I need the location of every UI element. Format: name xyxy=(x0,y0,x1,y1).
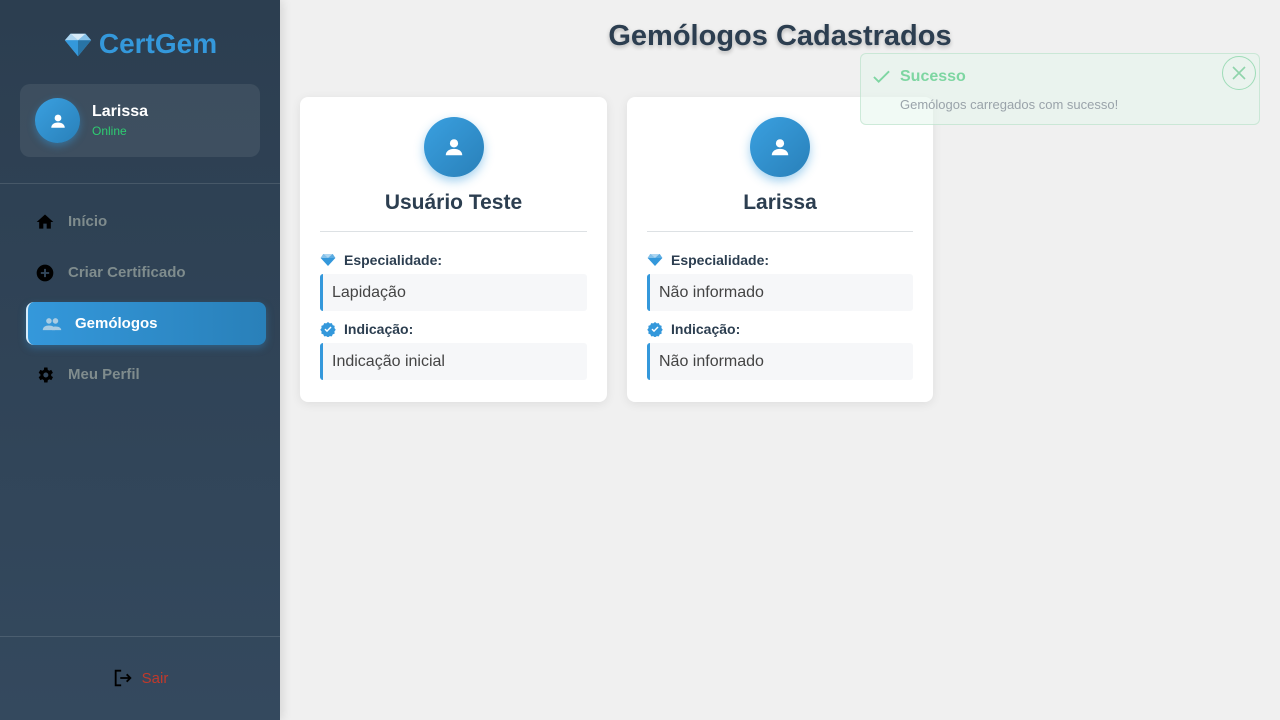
verified-icon xyxy=(647,322,663,337)
brand-name: CertGem xyxy=(98,28,218,59)
user-card: Larissa Online xyxy=(20,84,260,157)
sidebar-item-label: Criar Certificado xyxy=(68,264,186,281)
referral-value: Indicação inicial xyxy=(320,343,587,380)
referral-label: Indicação: xyxy=(320,321,587,337)
sidebar-item-criar-certificado[interactable]: Criar Certificado xyxy=(26,251,266,294)
sidebar-item-label: Meu Perfil xyxy=(68,366,140,383)
close-icon xyxy=(1232,66,1246,80)
card-divider xyxy=(320,231,587,232)
logout-button[interactable]: Sair xyxy=(0,667,280,689)
avatar xyxy=(423,117,484,177)
sidebar-item-label: Início xyxy=(68,213,108,230)
card-name: Larissa xyxy=(743,191,817,214)
user-name: Larissa xyxy=(92,103,149,120)
close-button[interactable] xyxy=(1222,56,1256,90)
referral-label-text: Indicação: xyxy=(344,321,414,337)
card-divider xyxy=(647,231,913,232)
toast-message: Gemólogos carregados com sucesso! xyxy=(900,97,1119,112)
gem-icon xyxy=(320,254,336,266)
gear-icon xyxy=(35,365,55,385)
card-name: Usuário Teste xyxy=(384,191,523,214)
user-status: Online xyxy=(92,124,127,138)
person-icon xyxy=(50,114,65,128)
specialty-value: Não informado xyxy=(647,274,913,311)
logout-icon xyxy=(114,669,132,687)
sidebar-item-inicio[interactable]: Início xyxy=(26,200,266,243)
logout-label: Sair xyxy=(141,669,169,687)
home-icon xyxy=(35,212,55,232)
gemologist-card: Usuário Teste Especialidade: Lapidação I… xyxy=(300,97,607,402)
toast-title: Sucesso xyxy=(873,68,966,86)
specialty-label: Especialidade: xyxy=(320,252,587,268)
gem-icon xyxy=(647,254,663,266)
gemologist-card: Larissa Especialidade: Não informado Ind… xyxy=(627,97,933,402)
avatar xyxy=(35,98,80,143)
person-icon xyxy=(771,139,789,156)
sidebar: CertGem Larissa Online Início Criar Cert… xyxy=(0,0,280,720)
sidebar-item-label: Gemólogos xyxy=(75,315,158,332)
add-circle-icon xyxy=(35,263,55,283)
sidebar-item-gemologos[interactable]: Gemólogos xyxy=(26,302,266,345)
referral-value: Não informado xyxy=(647,343,913,380)
sidebar-nav: Início Criar Certificado Gemólogos Meu P… xyxy=(26,200,266,404)
verified-icon xyxy=(320,322,336,337)
sidebar-item-meu-perfil[interactable]: Meu Perfil xyxy=(26,353,266,396)
people-icon xyxy=(42,314,62,334)
success-toast: Sucesso Gemólogos carregados com sucesso… xyxy=(860,53,1260,125)
toast-title-text: Sucesso xyxy=(900,68,966,85)
specialty-label: Especialidade: xyxy=(647,252,913,268)
specialty-label-text: Especialidade: xyxy=(344,252,443,268)
sidebar-divider xyxy=(0,636,280,637)
sidebar-divider xyxy=(0,183,280,184)
referral-label-text: Indicação: xyxy=(671,321,741,337)
person-icon xyxy=(445,139,462,156)
brand[interactable]: CertGem xyxy=(0,28,280,60)
specialty-value: Lapidação xyxy=(320,274,587,311)
referral-label: Indicação: xyxy=(647,321,913,337)
page-title: Gemólogos Cadastrados xyxy=(608,20,952,52)
check-icon xyxy=(873,70,890,84)
avatar xyxy=(750,117,810,177)
gem-icon xyxy=(64,33,91,57)
specialty-label-text: Especialidade: xyxy=(671,252,770,268)
